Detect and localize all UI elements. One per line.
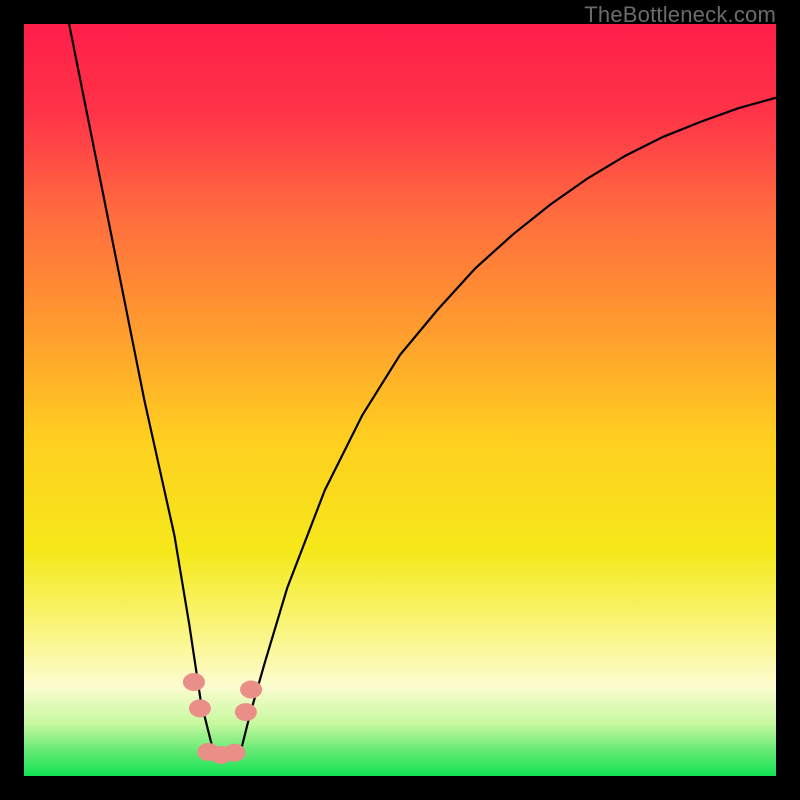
chart-frame	[24, 24, 776, 776]
marker-right-upper	[240, 681, 262, 699]
marker-left-lower	[189, 699, 211, 717]
marker-left-upper	[183, 673, 205, 691]
marker-right-lower	[235, 703, 257, 721]
bottleneck-chart	[24, 24, 776, 776]
marker-bottom-3	[224, 744, 246, 762]
